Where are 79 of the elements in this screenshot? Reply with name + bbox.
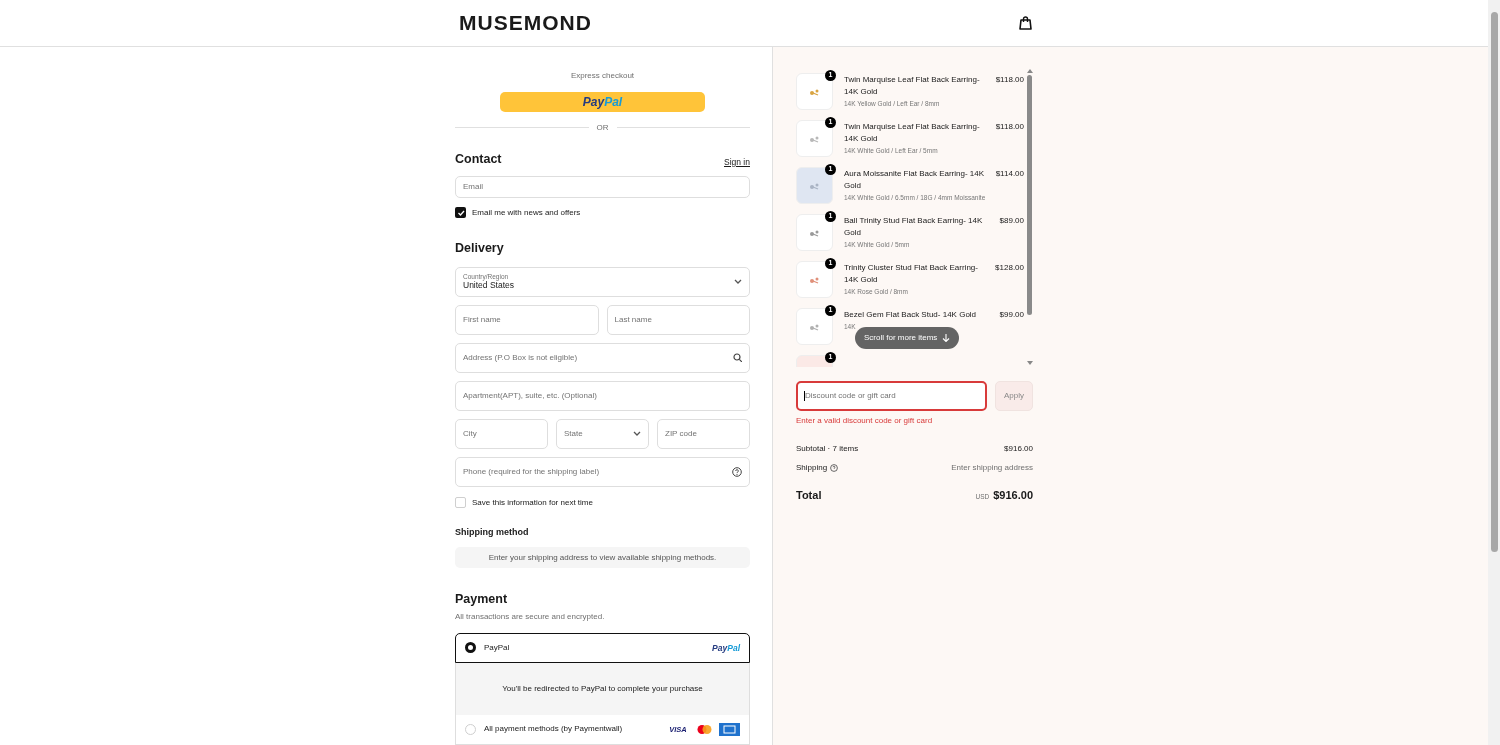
section-heading: Shipping method [455,525,530,539]
input-field[interactable]: First name [455,304,599,335]
placeholder-text: ZIP code [665,427,697,440]
paypal-logo: PayPal [712,641,740,655]
input-field[interactable]: Email [455,176,750,198]
product-name: Aura Moissanite Flat Back Earring- 14K Gold [844,168,986,192]
search-icon [733,353,742,363]
shopping-bag-icon[interactable] [1019,16,1032,30]
product-name: Twin Marquise Leaf Flat Back Earring- 14K Gold [844,121,981,145]
input-field[interactable]: City [455,418,548,449]
help-icon [732,466,742,477]
summary-value: Enter shipping address [951,462,1033,474]
product-price: $118.00 [995,74,1024,86]
option-label: All payment methods (by Paymentwall) [484,723,624,736]
info-text: Enter your shipping address to view available shipping methods. [488,551,717,564]
chevron-down-icon [734,279,742,285]
scrollbar-thumb[interactable] [1490,12,1498,552]
checkbox-label: Email me with news and offers [472,206,581,219]
card-icon [719,723,740,736]
error-message: Enter a valid discount code or gift card [796,415,934,427]
placeholder-text: Address (P.O Box is not eligible) [463,351,578,364]
text-cursor [804,391,805,401]
scroll-up-icon [1026,69,1033,73]
input-field[interactable]: Phone (required for the shipping label) [455,456,750,487]
brand-logo[interactable]: MUSEMOND [459,7,592,39]
discount-field[interactable]: Discount code or gift card [796,381,987,411]
help-icon [830,464,839,472]
divider-label: OR [596,121,609,134]
section-subtitle: All transactions are secure and encrypted. [455,611,606,623]
chevron-down-icon [633,431,641,437]
total-value: $916.00 [993,488,1033,503]
sign-in-link[interactable]: Sign in [724,155,750,169]
input-field[interactable]: Address (P.O Box is not eligible) [455,342,750,373]
input-field[interactable]: Apartment(APT), suite, etc. (Optional) [455,380,750,411]
paypal-button[interactable]: PayPal [500,92,705,112]
summary-label: Subtotal · 7 items [796,443,859,455]
scroll-down-icon [1026,361,1033,365]
field-value: United States [463,281,515,290]
arrow-down-icon [942,334,951,342]
input-field[interactable]: Last name [606,304,750,335]
product-name: Twin Marquise Leaf Flat Back Earring- 14K Gold [844,74,981,98]
summary-value: $916.00 [1004,443,1033,455]
section-heading: Delivery [455,239,505,257]
section-heading: Payment [455,591,509,609]
checkbox[interactable] [455,497,466,509]
placeholder-text: First name [463,313,501,326]
checkbox[interactable] [455,207,466,219]
option-label: PayPal [484,642,511,654]
select-field[interactable]: State [556,418,649,449]
placeholder-text: Email [463,181,483,194]
placeholder-text: Phone (required for the shipping label) [463,465,600,478]
product-price: $118.00 [995,121,1024,133]
payment-option[interactable]: PayPal PayPal [455,633,750,663]
placeholder-text: Apartment(APT), suite, etc. (Optional) [463,389,597,402]
section-label: Express checkout [569,70,636,82]
radio-button[interactable] [465,642,476,654]
checkbox-label: Save this information for next time [472,496,593,509]
placeholder-text: Last name [614,313,652,326]
product-name: Trinity Cluster Stud Flat Back Earring- 14K Gold [844,262,979,286]
check-icon [456,208,465,217]
apply-button[interactable]: Apply [995,381,1033,411]
summary-label: Shipping [796,462,828,474]
info-text: You'll be redirected to PayPal to complete your purchase [502,683,703,695]
scrollbar[interactable] [1488,0,1500,745]
placeholder-text: State [564,427,583,440]
product-name: Bezel Gem Flat Back Stud- 14K Gold [844,309,977,321]
product-price: $99.00 [999,309,1024,321]
product-price: $89.00 [999,215,1024,227]
input-field[interactable]: ZIP code [657,418,750,449]
scrollbar-thumb[interactable] [1027,75,1032,315]
product-price: $128.00 [995,262,1024,274]
scroll-hint-button[interactable]: Scroll for more items [855,327,960,349]
placeholder-text: Discount code or gift card [805,390,896,402]
product-name: Ball Trinity Stud Flat Back Earring- 14K Gold [844,215,984,239]
total-label: Total [796,488,822,503]
list-scrollbar[interactable] [1026,69,1033,367]
product-price: $114.00 [995,168,1024,180]
placeholder-text: City [463,427,477,440]
section-heading: Contact [455,150,502,168]
